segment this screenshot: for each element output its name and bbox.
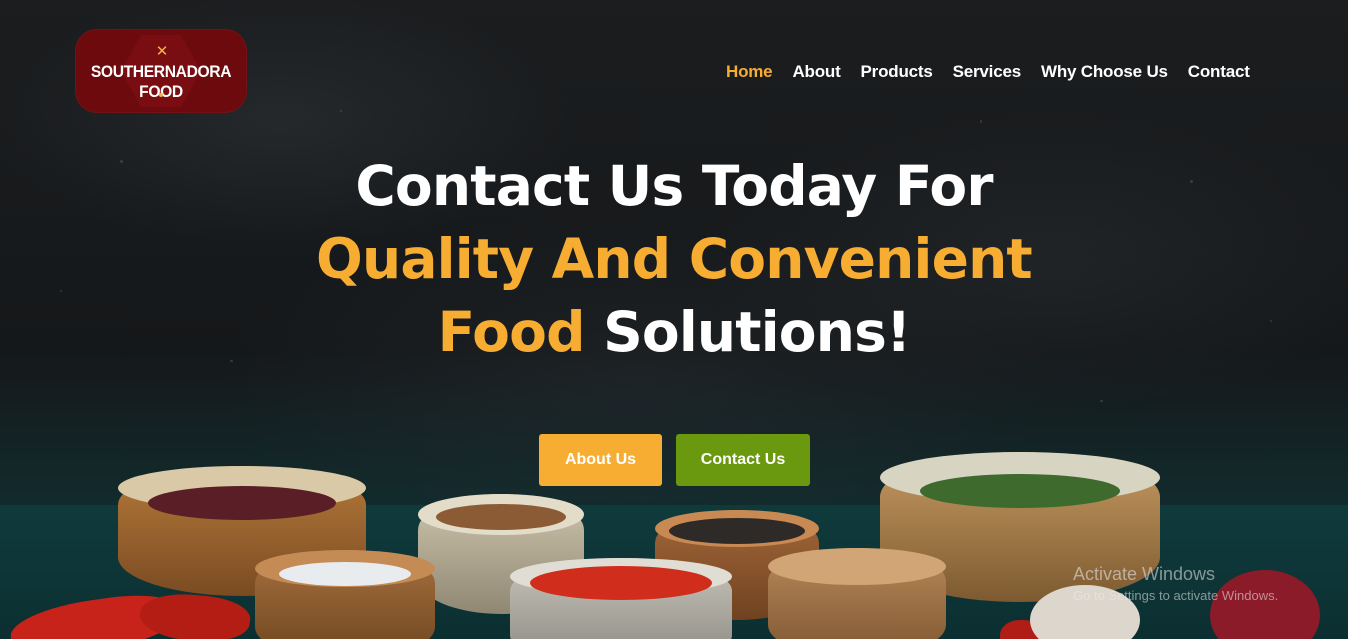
salt [279,562,411,586]
fork-knife-icon: ✕ [155,42,169,60]
hero-headline: Contact Us Today For Quality And Conveni… [0,150,1348,369]
logo-dot [159,93,163,97]
site-logo[interactable]: ✕ SOUTHERNADORA FOOD [75,29,247,113]
nav-services[interactable]: Services [953,62,1022,82]
nav-why-choose-us[interactable]: Why Choose Us [1041,62,1168,82]
black-pepper [669,518,805,544]
bowl-empty [768,548,946,639]
contact-us-button[interactable]: Contact Us [676,434,810,486]
spice [436,504,566,530]
red-pepper-strips [530,566,712,600]
bowl-salt [255,550,435,639]
watermark-title: Activate Windows [1073,564,1216,584]
bowl-rim [768,548,946,586]
headline-line-2: Quality And Convenient [316,227,1033,291]
activate-windows-watermark: Activate Windows Go to Settings to activ… [1073,564,1278,603]
main-nav: Home About Products Services Why Choose … [726,60,1250,84]
beans [148,486,336,520]
nav-about[interactable]: About [792,62,840,82]
headline-line-3-highlight: Food [437,300,586,364]
background-speck [980,120,982,123]
headline-line-3-rest: Solutions! [603,300,911,364]
background-speck [340,110,342,112]
about-us-button[interactable]: About Us [539,434,662,486]
headline-line-1: Contact Us Today For [355,154,993,218]
nav-products[interactable]: Products [861,62,933,82]
watermark-subtitle: Go to Settings to activate Windows. [1073,588,1279,603]
herbs [920,474,1120,508]
nav-home[interactable]: Home [726,62,773,82]
bowl-red-pepper [510,558,732,639]
nav-contact[interactable]: Contact [1188,62,1250,82]
background-speck [1100,400,1103,402]
